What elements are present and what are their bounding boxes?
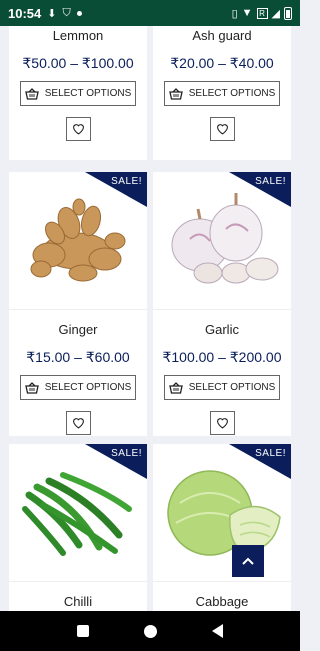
back-button[interactable] [211, 624, 223, 638]
select-options-button[interactable]: SELECT OPTIONS [20, 375, 136, 400]
select-options-label: SELECT OPTIONS [188, 382, 276, 393]
product-name[interactable]: Cabbage [153, 594, 291, 609]
heart-icon [216, 418, 228, 429]
select-options-button[interactable]: SELECT OPTIONS [164, 375, 280, 400]
battery-icon [284, 6, 292, 20]
product-image-cabbage[interactable]: SALE! [153, 444, 291, 582]
sale-label: SALE! [255, 176, 286, 187]
sale-label: SALE! [111, 448, 142, 459]
select-options-label: SELECT OPTIONS [188, 88, 276, 99]
basket-icon [24, 87, 39, 100]
select-options-label: SELECT OPTIONS [44, 88, 132, 99]
wishlist-button[interactable] [209, 411, 235, 435]
shield-icon: ⛉ [62, 6, 71, 19]
recents-button[interactable] [77, 625, 90, 637]
product-listing[interactable]: Lemmon ₹50.00 – ₹100.00 SELECT OPTIONS A… [0, 26, 300, 611]
heart-icon [72, 418, 84, 429]
chevron-up-icon [242, 557, 254, 565]
home-button[interactable] [143, 624, 157, 638]
status-bar: 10:54 ⬇ ⛉ ▯ ▼ R ◢ [0, 0, 300, 26]
status-time: 10:54 [8, 5, 42, 21]
product-card-ash-guard[interactable]: Ash guard ₹20.00 – ₹40.00 SELECT OPTIONS [153, 26, 291, 160]
product-name[interactable]: Ash guard [153, 28, 291, 43]
wishlist-button[interactable] [65, 117, 91, 141]
select-options-button[interactable]: SELECT OPTIONS [20, 81, 136, 106]
scroll-to-top-button[interactable] [232, 545, 264, 577]
signal-icon: ◢ [271, 7, 280, 20]
heart-icon [72, 124, 84, 135]
product-image-garlic[interactable]: SALE! [153, 172, 291, 310]
product-name[interactable]: Chilli [9, 594, 147, 609]
product-card-cabbage[interactable]: SALE! Cabbage [153, 444, 291, 611]
product-card-ginger[interactable]: SALE! Ginger ₹15.00 – ₹60.00 SELECT OPTI… [9, 172, 147, 436]
product-card-chilli[interactable]: SALE! Chilli [9, 444, 147, 611]
product-name[interactable]: Garlic [153, 322, 291, 337]
wishlist-button[interactable] [209, 117, 235, 141]
product-name[interactable]: Lemmon [9, 28, 147, 43]
download-icon: ⬇ [47, 7, 57, 20]
vibrate-icon: ▯ [231, 7, 238, 20]
basket-icon [168, 87, 183, 100]
basket-icon [168, 381, 183, 394]
product-price: ₹100.00 – ₹200.00 [162, 349, 282, 365]
product-card-lemmon[interactable]: Lemmon ₹50.00 – ₹100.00 SELECT OPTIONS [9, 26, 147, 160]
basket-icon [24, 381, 39, 394]
product-name[interactable]: Ginger [9, 322, 147, 337]
wishlist-button[interactable] [65, 411, 91, 435]
product-price: ₹50.00 – ₹100.00 [22, 55, 134, 71]
heart-icon [216, 124, 228, 135]
sale-label: SALE! [255, 448, 286, 459]
notification-dot-icon [76, 10, 82, 16]
roaming-badge: R [256, 7, 268, 19]
product-price: ₹20.00 – ₹40.00 [170, 55, 274, 71]
product-image-chilli[interactable]: SALE! [9, 444, 147, 582]
sale-label: SALE! [111, 176, 142, 187]
product-card-garlic[interactable]: SALE! Garlic ₹100.00 – ₹200.00 SELECT OP… [153, 172, 291, 436]
product-price: ₹15.00 – ₹60.00 [26, 349, 130, 365]
select-options-button[interactable]: SELECT OPTIONS [164, 81, 280, 106]
wifi-icon: ▼ [241, 7, 253, 19]
select-options-label: SELECT OPTIONS [44, 382, 132, 393]
system-nav-bar [0, 611, 300, 651]
product-image-ginger[interactable]: SALE! [9, 172, 147, 310]
